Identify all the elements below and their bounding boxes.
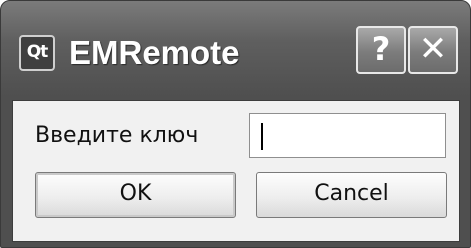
cancel-button[interactable]: Cancel [256, 172, 447, 218]
ok-button[interactable]: OK [35, 172, 236, 218]
close-icon: ✕ [418, 29, 448, 69]
text-caret [261, 123, 263, 150]
dialog-body: Введите ключ OK Cancel [12, 100, 460, 242]
title-bar[interactable]: Qt EMRemote ? ✕ [1, 1, 470, 103]
key-prompt-label: Введите ключ [35, 123, 199, 148]
help-icon: ? [371, 30, 391, 68]
window-title: EMRemote [69, 34, 240, 71]
dialog-window: Qt EMRemote ? ✕ Введите ключ OK Cancel [0, 0, 471, 248]
qt-logo-icon: Qt [19, 35, 55, 71]
help-button[interactable]: ? [356, 26, 406, 74]
close-button[interactable]: ✕ [408, 26, 458, 74]
key-input[interactable] [249, 113, 446, 158]
